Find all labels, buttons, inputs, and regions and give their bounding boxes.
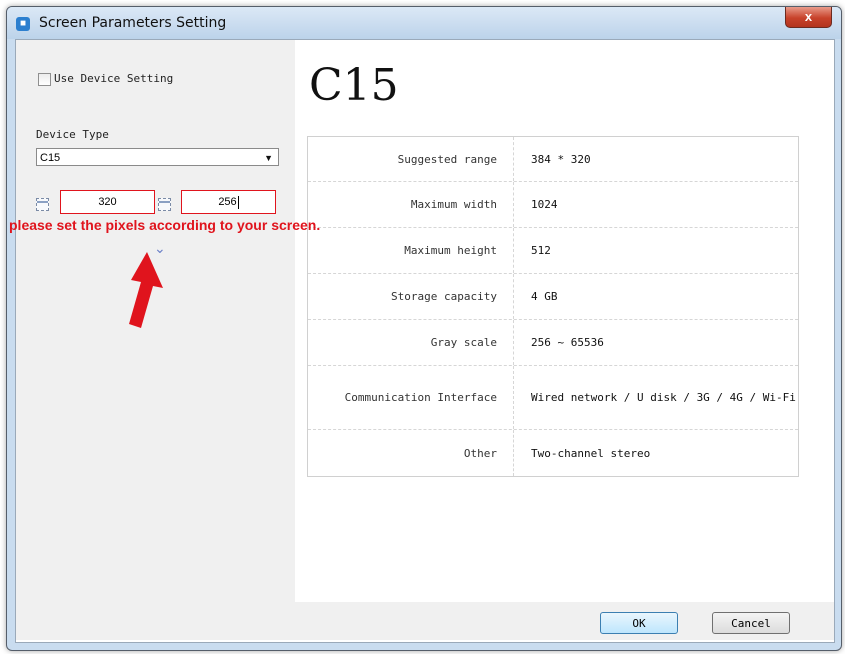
width-icon bbox=[36, 198, 49, 211]
app-icon: ■ bbox=[16, 17, 30, 31]
spec-row: Maximum width 1024 bbox=[308, 182, 798, 228]
spec-value: 256 ~ 65536 bbox=[531, 336, 604, 349]
dialog-body: Use Device Setting Device Type C15 ▼ 320… bbox=[9, 39, 835, 643]
ok-button[interactable]: OK bbox=[600, 612, 678, 634]
device-info-panel: C15 Suggested range 384 * 320 Maximum wi… bbox=[295, 40, 834, 602]
dialog-window: ■ Screen Parameters Setting x Use Device… bbox=[6, 6, 842, 651]
spec-key: Other bbox=[308, 430, 514, 476]
close-button[interactable]: x bbox=[785, 7, 832, 28]
spec-key: Gray scale bbox=[308, 320, 514, 365]
spec-key: Maximum width bbox=[308, 182, 514, 227]
dropdown-arrow-icon[interactable]: ▼ bbox=[264, 149, 273, 167]
spec-value: Two-channel stereo bbox=[531, 446, 651, 460]
use-device-setting-checkbox[interactable] bbox=[38, 73, 51, 86]
device-type-value: C15 bbox=[40, 152, 61, 164]
annotation-text: please set the pixels according to your … bbox=[9, 217, 321, 233]
height-icon bbox=[158, 198, 171, 211]
spec-row: Maximum height 512 bbox=[308, 228, 798, 274]
window-title: Screen Parameters Setting bbox=[39, 15, 227, 31]
text-caret bbox=[237, 195, 239, 209]
spec-value: 512 bbox=[531, 244, 551, 257]
title-bar[interactable]: ■ Screen Parameters Setting x bbox=[7, 7, 841, 39]
spec-key: Communication Interface bbox=[308, 366, 514, 429]
height-input[interactable]: 256 bbox=[181, 190, 276, 214]
button-bar: OK Cancel bbox=[295, 602, 834, 640]
spec-value: 1024 bbox=[531, 198, 558, 211]
spec-row: Suggested range 384 * 320 bbox=[308, 137, 798, 182]
model-title: C15 bbox=[309, 60, 399, 111]
device-type-label: Device Type bbox=[36, 128, 109, 141]
spec-value: 384 * 320 bbox=[531, 152, 591, 166]
spec-row: Other Two-channel stereo bbox=[308, 430, 798, 476]
device-type-select[interactable]: C15 ▼ bbox=[36, 148, 279, 166]
spec-key: Maximum height bbox=[308, 228, 514, 273]
cancel-button[interactable]: Cancel bbox=[712, 612, 790, 634]
spec-key: Storage capacity bbox=[308, 274, 514, 319]
width-input[interactable]: 320 bbox=[60, 190, 155, 214]
spec-table: Suggested range 384 * 320 Maximum width … bbox=[307, 136, 799, 477]
spec-row: Storage capacity 4 GB bbox=[308, 274, 798, 320]
spec-key: Suggested range bbox=[308, 137, 514, 181]
spec-row: Communication Interface Wired network / … bbox=[308, 366, 798, 430]
settings-panel: Use Device Setting Device Type C15 ▼ 320… bbox=[9, 40, 320, 640]
red-arrow-icon bbox=[129, 252, 163, 328]
use-device-setting-label: Use Device Setting bbox=[54, 72, 174, 85]
spec-value: 4 GB bbox=[531, 290, 558, 303]
spec-value: Wired network / U disk / 3G / 4G / Wi-Fi bbox=[531, 391, 796, 404]
spec-row: Gray scale 256 ~ 65536 bbox=[308, 320, 798, 366]
